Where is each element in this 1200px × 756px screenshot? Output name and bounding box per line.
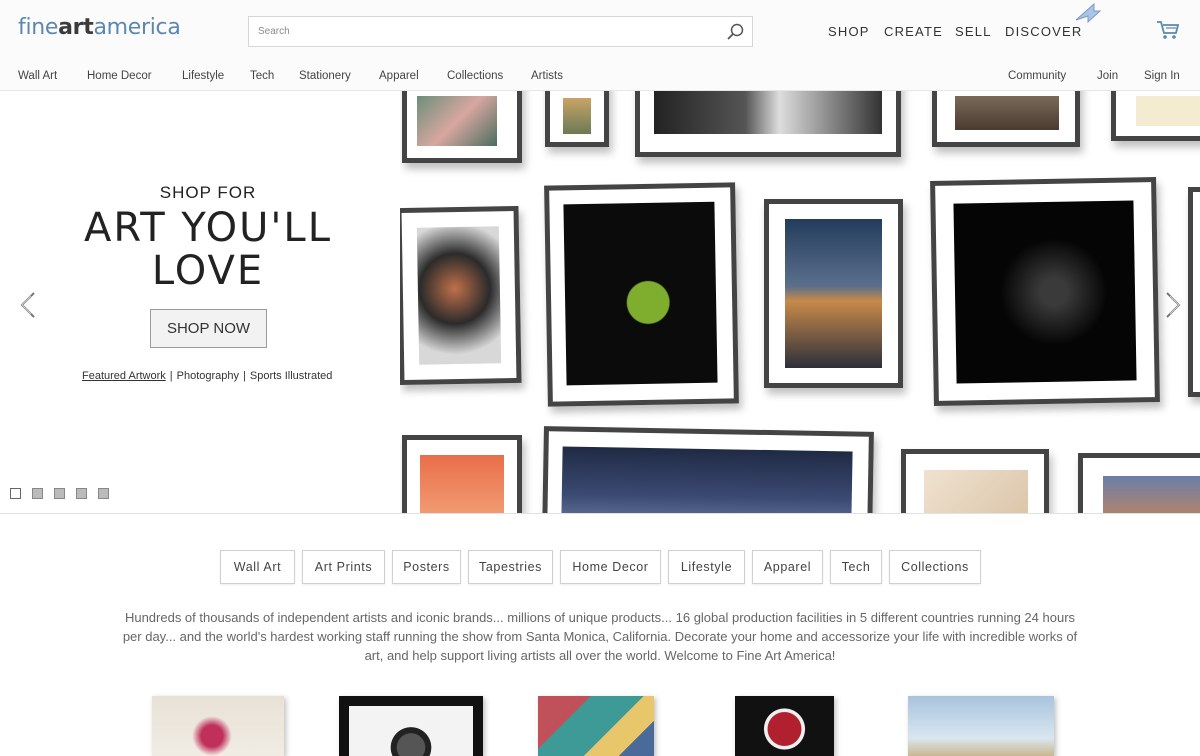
- artwork-frame: [544, 182, 739, 407]
- search-icon[interactable]: [726, 22, 746, 42]
- artwork-frame: [1188, 187, 1200, 397]
- nav-sell[interactable]: SELL: [955, 24, 992, 39]
- subnav-community[interactable]: Community: [1008, 70, 1066, 82]
- chevron-left-icon[interactable]: [18, 291, 38, 319]
- artwork-frame: [930, 177, 1160, 406]
- link-sports-illustrated[interactable]: Sports Illustrated: [250, 370, 333, 382]
- artwork-frame: [635, 91, 901, 157]
- subnav-join[interactable]: Join: [1097, 70, 1118, 82]
- carousel-dot[interactable]: [10, 488, 21, 499]
- artwork-frame: [542, 426, 874, 513]
- subnav-collections[interactable]: Collections: [447, 70, 503, 82]
- artwork-frame: [1078, 453, 1200, 513]
- hero-headline: ART YOU'LL LOVE: [0, 207, 416, 293]
- search-input[interactable]: Search: [248, 16, 753, 47]
- category-lifestyle[interactable]: Lifestyle: [668, 550, 745, 584]
- carousel-dot[interactable]: [98, 488, 109, 499]
- hero-carousel: SHOP FOR ART YOU'LL LOVE SHOP NOW Featur…: [0, 91, 1200, 514]
- carousel-dots: [10, 488, 109, 499]
- chevron-right-icon[interactable]: [1163, 291, 1183, 319]
- category-collections[interactable]: Collections: [889, 550, 981, 584]
- artwork-frame: [402, 91, 522, 163]
- search-placeholder: Search: [258, 26, 290, 37]
- carousel-dot[interactable]: [76, 488, 87, 499]
- artwork-frame: [545, 91, 609, 147]
- site-header: fineartamerica Search SHOP CREATE SELL D…: [0, 0, 1200, 91]
- hero-links: Featured Artwork | Photography | Sports Illu…: [82, 370, 333, 382]
- site-logo[interactable]: fineartamerica: [18, 15, 181, 40]
- artwork-frame: [402, 435, 522, 513]
- intro-blurb: Hundreds of thousands of independent art…: [122, 610, 1078, 663]
- artwork-frame: [901, 449, 1049, 513]
- link-featured-artwork[interactable]: Featured Artwork: [82, 370, 166, 382]
- nav-discover[interactable]: DISCOVER: [1005, 24, 1083, 39]
- link-photography[interactable]: Photography: [177, 370, 239, 382]
- product-thumbnail[interactable]: [735, 696, 834, 756]
- category-posters[interactable]: Posters: [392, 550, 461, 584]
- artwork-frame: [764, 199, 903, 388]
- category-art-prints[interactable]: Art Prints: [302, 550, 385, 584]
- hero-text-panel: SHOP FOR ART YOU'LL LOVE SHOP NOW Featur…: [0, 91, 400, 513]
- cart-icon[interactable]: [1156, 19, 1180, 41]
- subnav-apparel[interactable]: Apparel: [379, 70, 419, 82]
- subnav-sign-in[interactable]: Sign In: [1144, 70, 1180, 82]
- subnav-artists[interactable]: Artists: [531, 70, 563, 82]
- hero-gallery-wall: [395, 91, 1200, 513]
- product-thumbnail[interactable]: [908, 696, 1054, 756]
- subnav-lifestyle[interactable]: Lifestyle: [182, 70, 224, 82]
- artwork-frame: [932, 91, 1080, 147]
- hero-headline-line1: ART YOU'LL: [84, 205, 332, 251]
- carousel-dot[interactable]: [32, 488, 43, 499]
- category-tech[interactable]: Tech: [830, 550, 882, 584]
- cursor-arrow-icon: [1075, 2, 1102, 24]
- product-thumbnail[interactable]: [339, 696, 483, 756]
- product-thumbnail[interactable]: [538, 696, 654, 756]
- subnav-tech[interactable]: Tech: [250, 70, 274, 82]
- hero-headline-line2: LOVE: [151, 248, 265, 294]
- artwork-frame: [1111, 91, 1200, 141]
- category-home-decor[interactable]: Home Decor: [560, 550, 661, 584]
- product-thumbnail[interactable]: [152, 696, 284, 756]
- category-tapestries[interactable]: Tapestries: [468, 550, 553, 584]
- nav-shop[interactable]: SHOP: [828, 24, 870, 39]
- subnav-wall-art[interactable]: Wall Art: [18, 70, 57, 82]
- subnav-stationery[interactable]: Stationery: [299, 70, 351, 82]
- nav-create[interactable]: CREATE: [884, 24, 943, 39]
- hero-kicker: SHOP FOR: [159, 183, 257, 202]
- category-apparel[interactable]: Apparel: [752, 550, 823, 584]
- shop-now-button[interactable]: SHOP NOW: [150, 309, 267, 348]
- carousel-dot[interactable]: [54, 488, 65, 499]
- category-wall-art[interactable]: Wall Art: [220, 550, 295, 584]
- subnav-home-decor[interactable]: Home Decor: [87, 70, 152, 82]
